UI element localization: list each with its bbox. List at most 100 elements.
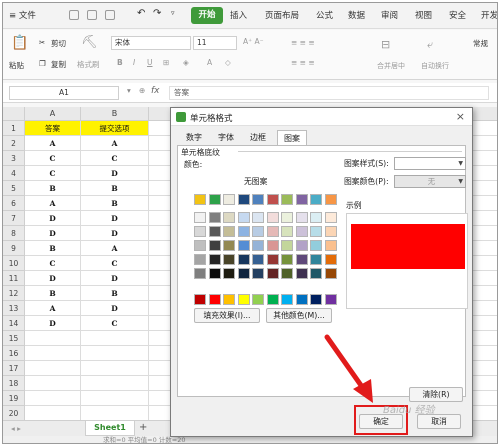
table-cell[interactable]: A bbox=[81, 241, 149, 256]
row-header[interactable]: 5 bbox=[3, 181, 25, 196]
align-top-icon[interactable]: ≡ ≡ ≡ bbox=[291, 38, 315, 47]
table-cell[interactable] bbox=[25, 346, 81, 361]
color-swatch[interactable] bbox=[281, 240, 293, 251]
pattern-style-select[interactable]: ▼ bbox=[394, 157, 466, 170]
table-cell[interactable]: B bbox=[25, 286, 81, 301]
table-cell[interactable]: B bbox=[25, 241, 81, 256]
color-swatch[interactable] bbox=[208, 194, 221, 205]
tab-security[interactable]: 安全 bbox=[449, 9, 466, 21]
bold-icon[interactable]: B bbox=[117, 58, 123, 67]
row-header[interactable]: 17 bbox=[3, 361, 25, 376]
color-swatch[interactable] bbox=[295, 226, 308, 237]
color-swatch[interactable] bbox=[208, 254, 221, 265]
auto-wrap-button[interactable]: 自动换行 bbox=[421, 61, 449, 71]
color-swatch[interactable] bbox=[324, 268, 337, 279]
color-swatch[interactable] bbox=[266, 212, 279, 223]
italic-icon[interactable]: I bbox=[133, 58, 135, 67]
cut-button[interactable]: 剪切 bbox=[51, 38, 66, 49]
row-header[interactable]: 2 bbox=[3, 136, 25, 151]
cancel-button[interactable]: 取消 bbox=[417, 414, 461, 429]
color-swatch[interactable] bbox=[281, 212, 293, 223]
color-swatch[interactable] bbox=[223, 254, 235, 265]
table-cell[interactable]: A bbox=[81, 136, 149, 151]
table-cell[interactable] bbox=[81, 361, 149, 376]
color-swatch[interactable] bbox=[266, 240, 279, 251]
color-swatch[interactable] bbox=[295, 212, 308, 223]
color-swatch[interactable] bbox=[252, 254, 264, 265]
row-header[interactable]: 1 bbox=[3, 121, 25, 136]
color-swatch[interactable] bbox=[310, 212, 322, 223]
table-cell[interactable]: C bbox=[81, 151, 149, 166]
color-swatch[interactable] bbox=[194, 294, 206, 305]
color-swatch[interactable] bbox=[237, 254, 250, 265]
table-cell[interactable]: D bbox=[81, 211, 149, 226]
color-swatch[interactable] bbox=[252, 226, 264, 237]
table-cell[interactable]: D bbox=[81, 301, 149, 316]
table-cell[interactable]: C bbox=[25, 151, 81, 166]
copy-button[interactable]: 复制 bbox=[51, 59, 66, 70]
column-header-b[interactable]: B bbox=[81, 107, 149, 121]
format-painter-icon[interactable]: ⛏ bbox=[81, 35, 98, 50]
row-header[interactable]: 15 bbox=[3, 331, 25, 346]
fill-effects-button[interactable]: 填充效果(I)... bbox=[194, 308, 260, 323]
color-swatch[interactable] bbox=[324, 194, 337, 205]
table-cell[interactable] bbox=[81, 346, 149, 361]
more-colors-button[interactable]: 其他颜色(M)... bbox=[266, 308, 332, 323]
row-header[interactable]: 6 bbox=[3, 196, 25, 211]
color-swatch[interactable] bbox=[237, 226, 250, 237]
color-swatch[interactable] bbox=[223, 194, 235, 205]
row-header[interactable]: 12 bbox=[3, 286, 25, 301]
save-icon[interactable] bbox=[69, 10, 79, 20]
table-cell[interactable] bbox=[25, 376, 81, 391]
color-swatch[interactable] bbox=[295, 268, 308, 279]
sheet-tab-sheet1[interactable]: Sheet1 bbox=[85, 421, 135, 436]
color-swatch[interactable] bbox=[295, 240, 308, 251]
color-swatch[interactable] bbox=[237, 240, 250, 251]
tab-data[interactable]: 数据 bbox=[348, 9, 365, 21]
color-swatch[interactable] bbox=[252, 294, 264, 305]
color-swatch[interactable] bbox=[237, 212, 250, 223]
color-swatch[interactable] bbox=[281, 268, 293, 279]
table-cell[interactable]: D bbox=[25, 316, 81, 331]
dropdown-icon[interactable]: ▿ bbox=[171, 9, 175, 17]
table-cell[interactable]: D bbox=[25, 271, 81, 286]
color-swatch[interactable] bbox=[266, 294, 279, 305]
close-icon[interactable]: × bbox=[456, 110, 465, 123]
color-swatch[interactable] bbox=[208, 240, 221, 251]
table-cell[interactable]: B bbox=[25, 181, 81, 196]
color-swatch[interactable] bbox=[208, 268, 221, 279]
tab-pattern[interactable]: 图案 bbox=[277, 130, 307, 145]
color-swatch[interactable] bbox=[194, 194, 206, 205]
select-all-corner[interactable] bbox=[3, 107, 25, 121]
color-swatch[interactable] bbox=[194, 240, 206, 251]
color-swatch[interactable] bbox=[252, 194, 264, 205]
table-cell[interactable]: D bbox=[81, 271, 149, 286]
color-swatch[interactable] bbox=[281, 254, 293, 265]
color-swatch[interactable] bbox=[281, 294, 293, 305]
preview-icon[interactable] bbox=[105, 10, 115, 20]
color-swatch[interactable] bbox=[281, 194, 293, 205]
table-cell[interactable] bbox=[25, 391, 81, 406]
row-header[interactable]: 16 bbox=[3, 346, 25, 361]
color-swatch[interactable] bbox=[237, 294, 250, 305]
row-header[interactable]: 19 bbox=[3, 391, 25, 406]
tab-formula[interactable]: 公式 bbox=[316, 9, 333, 21]
color-swatch[interactable] bbox=[208, 226, 221, 237]
table-cell[interactable]: C bbox=[81, 256, 149, 271]
color-swatch[interactable] bbox=[324, 240, 337, 251]
table-cell[interactable] bbox=[25, 361, 81, 376]
color-swatch[interactable] bbox=[324, 294, 337, 305]
table-cell[interactable]: C bbox=[25, 256, 81, 271]
color-swatch[interactable] bbox=[194, 268, 206, 279]
file-menu[interactable]: ≡ 文件 bbox=[9, 9, 36, 21]
align-left-icon[interactable]: ≡ ≡ ≡ bbox=[291, 58, 315, 67]
color-swatch[interactable] bbox=[266, 268, 279, 279]
color-swatch[interactable] bbox=[252, 212, 264, 223]
color-swatch[interactable] bbox=[310, 194, 322, 205]
no-pattern-option[interactable]: 无图案 bbox=[244, 176, 267, 187]
tab-developer[interactable]: 开发 bbox=[481, 9, 497, 21]
color-swatch[interactable] bbox=[237, 194, 250, 205]
tab-insert[interactable]: 插入 bbox=[230, 9, 247, 21]
row-header[interactable]: 4 bbox=[3, 166, 25, 181]
column-header-a[interactable]: A bbox=[25, 107, 81, 121]
